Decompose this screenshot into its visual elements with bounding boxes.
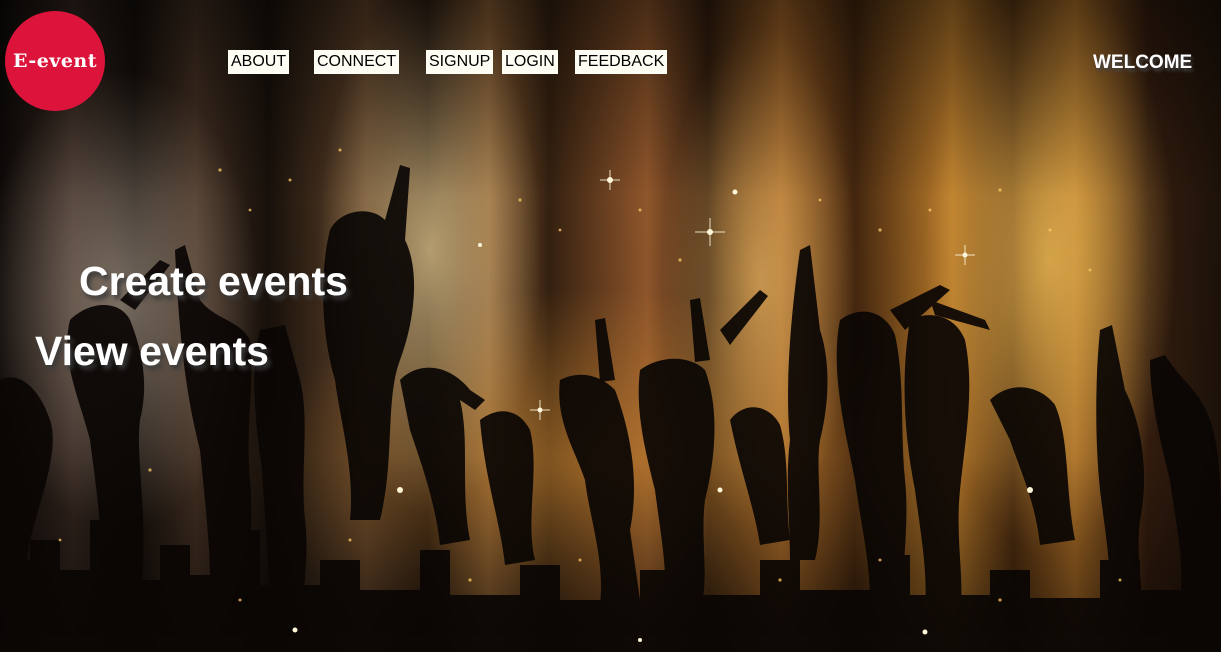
brand-logo-text: E-event	[12, 50, 98, 72]
brand-logo[interactable]: E-event	[5, 11, 105, 111]
sparkle-lights	[58, 148, 1122, 642]
nav-connect[interactable]: CONNECT	[314, 50, 400, 74]
nav-login[interactable]: LOGIN	[502, 50, 558, 74]
welcome-text: WELCOME	[1093, 52, 1193, 73]
create-events-link[interactable]: Create events	[79, 258, 348, 305]
nav-feedback[interactable]: FEEDBACK	[575, 50, 668, 74]
nav-signup[interactable]: SIGNUP	[426, 50, 494, 74]
nav-about[interactable]: ABOUT	[228, 50, 290, 74]
view-events-link[interactable]: View events	[35, 328, 269, 375]
